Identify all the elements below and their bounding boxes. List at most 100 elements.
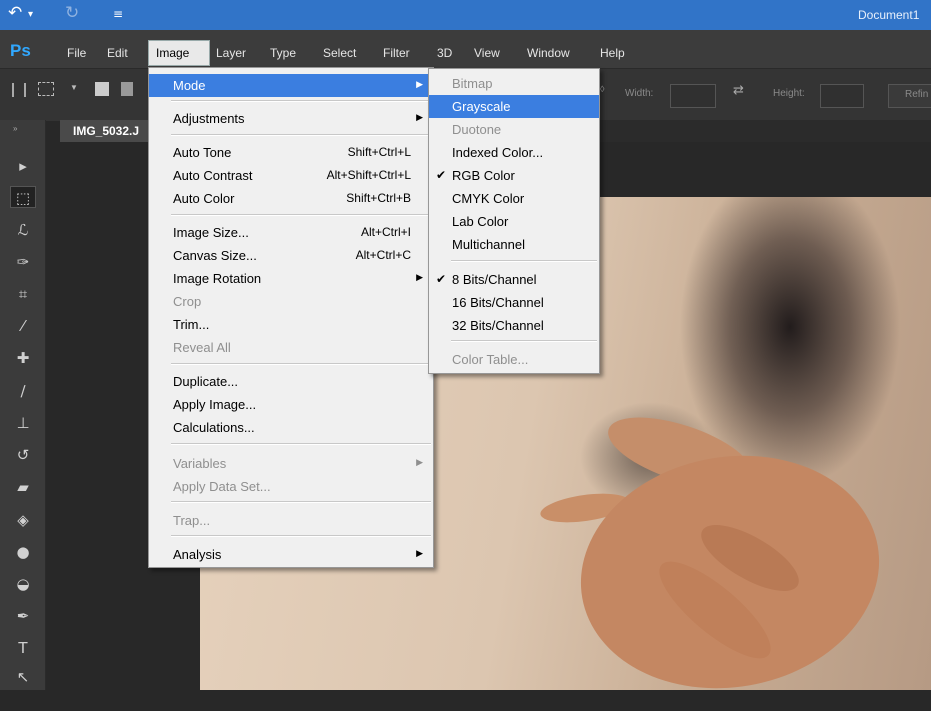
quick-selection-tool-icon[interactable]: ✑ [10,251,36,273]
menu-item-trap[interactable]: Trap... [149,509,433,532]
eyedropper-tool-icon[interactable]: ⁄ [10,315,36,337]
menu-window[interactable]: Window [527,46,570,60]
menu-type[interactable]: Type [270,46,296,60]
mode-submenu: Bitmap Grayscale Duotone Indexed Color..… [428,68,600,374]
menu-separator [171,501,431,503]
healing-brush-tool-icon[interactable]: ✚ [10,347,36,369]
document-title: Document1 [858,8,920,22]
menu-separator [171,214,431,216]
menu-view[interactable]: View [474,46,500,60]
menu-item-auto-tone[interactable]: Auto Tone Shift+Ctrl+L [149,141,433,164]
submenu-arrow-icon: ▶ [416,272,423,282]
eraser-tool-icon[interactable]: ▰ [10,476,36,498]
menu-item-bitmap[interactable]: Bitmap [429,72,599,95]
menu-item-cmyk-color[interactable]: CMYK Color [429,187,599,210]
menu-item-image-size[interactable]: Image Size... Alt+Ctrl+I [149,221,433,244]
photoshop-logo: Ps [10,41,31,60]
menu-separator [451,260,597,262]
submenu-arrow-icon: ▶ [416,457,423,467]
menu-layer[interactable]: Layer [216,46,246,60]
menu-item-grayscale[interactable]: Grayscale [429,95,599,118]
menu-item-auto-contrast[interactable]: Auto Contrast Alt+Shift+Ctrl+L [149,164,433,187]
menu-item-lab-color[interactable]: Lab Color [429,210,599,233]
preset-dropdown-icon[interactable]: ▼ [70,83,78,92]
blur-tool-icon[interactable]: ● [10,541,36,563]
menu-separator [171,363,431,365]
menu-item-apply-image[interactable]: Apply Image... [149,393,433,416]
menu-item-indexed-color[interactable]: Indexed Color... [429,141,599,164]
menu-item-variables[interactable]: Variables ▶ [149,452,433,475]
menu-item-mode[interactable]: Mode ▶ [149,74,433,97]
crop-tool-icon[interactable]: ⌗ [10,283,36,305]
redo-icon[interactable]: ↻ [65,3,79,23]
tool-preset-grip-icon [12,83,26,97]
dodge-tool-icon[interactable]: ◒ [10,573,36,595]
menu-item-color-table[interactable]: Color Table... [429,348,599,371]
path-selection-tool-icon[interactable]: ↖ [10,666,36,688]
customize-icon[interactable]: ≡ [113,7,123,21]
marquee-preset-icon[interactable] [38,82,54,96]
clone-stamp-tool-icon[interactable]: ⊥ [10,412,36,434]
menu-bar [0,30,931,68]
style-spinner-icon[interactable]: ◊ [600,84,604,94]
menu-separator [171,134,431,136]
checkmark-icon: ✔ [436,272,447,286]
menu-item-16-bits[interactable]: 16 Bits/Channel [429,291,599,314]
swap-dimensions-icon[interactable]: ⇄ [733,83,744,98]
move-tool-icon[interactable]: ▸ [10,155,36,177]
height-field[interactable] [820,84,864,108]
menu-item-8-bits[interactable]: ✔ 8 Bits/Channel [429,268,599,291]
menu-item-32-bits[interactable]: 32 Bits/Channel [429,314,599,337]
menu-item-duotone[interactable]: Duotone [429,118,599,141]
refine-edge-label: Refin [905,89,929,100]
menu-separator [171,100,431,102]
hand-palm [562,432,898,711]
menu-item-calculations[interactable]: Calculations... [149,416,433,439]
menu-separator [171,443,431,445]
new-selection-icon[interactable] [95,82,109,96]
menu-item-analysis[interactable]: Analysis ▶ [149,543,433,566]
title-bar: ↶ ▾ ↻ ≡ Document1 [0,0,931,30]
menu-item-reveal-all[interactable]: Reveal All [149,336,433,359]
collapse-panel-icon[interactable]: » [13,124,17,133]
menu-edit[interactable]: Edit [107,46,128,60]
menu-item-multichannel[interactable]: Multichannel [429,233,599,256]
menu-select[interactable]: Select [323,46,356,60]
height-label: Height: [773,88,805,99]
undo-icon[interactable]: ↶ [8,3,22,23]
brush-tool-icon[interactable]: ∕ [10,380,36,402]
menu-item-adjustments[interactable]: Adjustments ▶ [149,107,433,130]
menu-separator [451,340,597,342]
history-brush-tool-icon[interactable]: ↺ [10,444,36,466]
type-tool-icon[interactable]: T [10,637,36,659]
menu-item-rgb-color[interactable]: ✔ RGB Color [429,164,599,187]
menu-item-trim[interactable]: Trim... [149,313,433,336]
submenu-arrow-icon: ▶ [416,548,423,558]
menu-image[interactable]: Image [156,46,189,60]
menu-item-auto-color[interactable]: Auto Color Shift+Ctrl+B [149,187,433,210]
menu-item-image-rotation[interactable]: Image Rotation ▶ [149,267,433,290]
document-tab[interactable]: IMG_5032.J [60,120,150,142]
menu-item-apply-data-set[interactable]: Apply Data Set... [149,475,433,498]
add-selection-icon[interactable] [121,82,133,96]
marquee-tool-icon[interactable]: ⬚ [10,186,36,208]
submenu-arrow-icon: ▶ [416,112,423,122]
menu-help[interactable]: Help [600,46,625,60]
submenu-arrow-icon: ▶ [416,79,423,89]
lasso-tool-icon[interactable]: ℒ [10,219,36,241]
checkmark-icon: ✔ [436,168,447,182]
pen-tool-icon[interactable]: ✒ [10,605,36,627]
menu-file[interactable]: File [67,46,86,60]
paint-bucket-tool-icon[interactable]: ◈ [10,509,36,531]
menu-separator [171,535,431,537]
menu-3d[interactable]: 3D [437,46,452,60]
menu-item-canvas-size[interactable]: Canvas Size... Alt+Ctrl+C [149,244,433,267]
menu-item-duplicate[interactable]: Duplicate... [149,370,433,393]
image-menu-dropdown: Mode ▶ Adjustments ▶ Auto Tone Shift+Ctrl+L… [148,67,434,568]
refine-edge-button[interactable]: Refin [888,84,931,108]
dropdown-arrow-icon[interactable]: ▾ [28,9,33,20]
width-label: Width: [625,88,654,99]
menu-item-crop[interactable]: Crop [149,290,433,313]
width-field[interactable] [670,84,716,108]
menu-filter[interactable]: Filter [383,46,410,60]
